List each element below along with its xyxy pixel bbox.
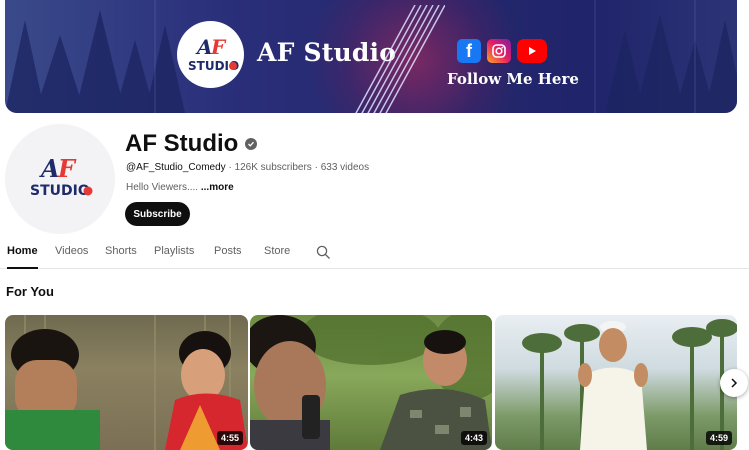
svg-text:F: F [210,35,227,59]
svg-text:A: A [39,154,60,183]
af-studio-logo-icon: A F STUDIO [30,154,93,199]
channel-avatar[interactable]: A F STUDIO [5,124,115,234]
svg-text:STUDIO: STUDIO [30,183,90,199]
tab-store[interactable]: Store [264,245,290,269]
channel-name: AF Studio [125,130,258,158]
follow-me-text: Follow Me Here [447,70,579,88]
video-duration: 4:59 [705,431,732,445]
tab-shorts[interactable]: Shorts [105,245,137,269]
social-icons: f [457,39,547,63]
more-link[interactable]: ...more [201,182,234,193]
facebook-icon[interactable]: f [457,39,481,63]
search-icon[interactable] [316,245,331,265]
channel-handle: @AF_Studio_Comedy [126,162,226,173]
video-thumbnail[interactable]: 4:55 [5,315,248,450]
section-title: For You [6,284,54,299]
tab-videos[interactable]: Videos [55,245,88,269]
description-text: Hello Viewers.... [126,182,199,193]
instagram-icon[interactable] [487,39,511,63]
svg-text:F: F [57,154,77,183]
banner-logo: A F STUDIO [177,21,244,88]
subscribe-button[interactable]: Subscribe [125,202,190,226]
video-thumbnail[interactable]: 4:59 [495,315,737,450]
next-arrow-button[interactable] [720,369,748,397]
subscriber-count: 126K subscribers [234,162,312,173]
channel-tabs: Home Videos Shorts Playlists Posts Store [0,240,749,269]
video-duration: 4:43 [460,431,487,445]
thumbnail-image [5,315,248,450]
tab-playlists[interactable]: Playlists [154,245,194,269]
banner-stripes-graphic [355,5,445,113]
channel-banner: A F STUDIO AF Studio f Follow Me Here [5,0,737,113]
verified-badge-icon [245,138,258,150]
channel-description[interactable]: Hello Viewers.... ...more [126,182,234,193]
thumbnail-image [522,319,737,450]
svg-text:A: A [195,35,213,59]
channel-name-text: AF Studio [125,130,239,157]
chevron-right-icon [731,378,738,388]
thumbnail-image [250,315,492,450]
youtube-icon[interactable] [517,39,547,63]
video-duration: 4:55 [216,431,243,445]
af-studio-logo-icon: A F STUDIO [188,35,239,73]
tab-home[interactable]: Home [7,245,38,269]
video-count: 633 videos [320,162,370,173]
video-thumbnail[interactable]: 4:43 [250,315,492,450]
tab-posts[interactable]: Posts [214,245,242,269]
channel-meta: @AF_Studio_Comedy · 126K subscribers · 6… [126,162,369,173]
